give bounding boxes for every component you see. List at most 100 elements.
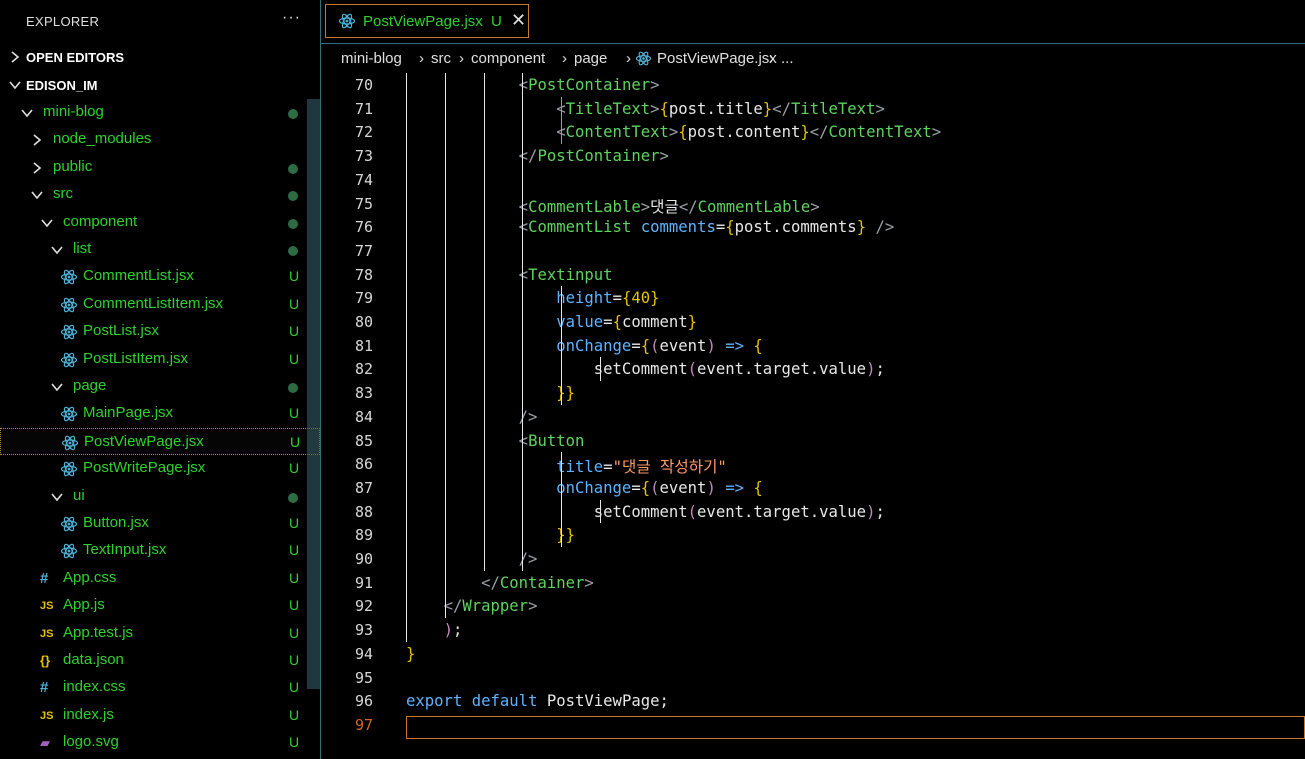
tree-file-logo-svg[interactable]: ▰ logo.svg U bbox=[0, 729, 320, 756]
tree-folder-list[interactable]: list bbox=[0, 236, 320, 263]
git-status-badge: U bbox=[289, 542, 300, 559]
code-line: 86 title="댓글 작성하기" bbox=[321, 452, 1305, 476]
code-text: <CommentLable>댓글</CommentLable> bbox=[518, 197, 820, 216]
git-status-badge: U bbox=[289, 295, 300, 312]
tree-item-label: logo.svg bbox=[63, 733, 119, 751]
tree-file-index-css[interactable]: # index.css U bbox=[0, 674, 320, 701]
breadcrumb-item[interactable]: component bbox=[471, 50, 545, 67]
tab-postviewpage[interactable]: PostViewPage.jsx U ✕ bbox=[325, 4, 529, 38]
breadcrumb-item[interactable]: mini-blog bbox=[341, 50, 402, 67]
close-icon[interactable]: ✕ bbox=[511, 10, 526, 31]
code-editor[interactable]: 70 <PostContainer>71 <TitleText>{post.ti… bbox=[321, 73, 1305, 759]
code-text: value={comment} bbox=[556, 313, 698, 331]
chevron-right-icon bbox=[33, 134, 42, 147]
react-icon bbox=[60, 352, 78, 367]
line-number: 91 bbox=[354, 573, 373, 592]
line-number: 75 bbox=[354, 194, 373, 213]
tree-folder-src[interactable]: src bbox=[0, 181, 320, 208]
tree-file-textinput-jsx[interactable]: TextInput.jsx U bbox=[0, 537, 320, 564]
tree-folder-ui[interactable]: ui bbox=[0, 483, 320, 510]
tree-folder-component[interactable]: component bbox=[0, 209, 320, 236]
line-number: 76 bbox=[354, 218, 373, 237]
code-line: 97 bbox=[321, 713, 1305, 737]
tree-item-label: PostWritePage.jsx bbox=[83, 459, 206, 477]
code-line: 93 ); bbox=[321, 618, 1305, 642]
tree-file-mainpage-jsx[interactable]: MainPage.jsx U bbox=[0, 400, 320, 427]
tree-file-app-test-js[interactable]: JS App.test.js U bbox=[0, 620, 320, 647]
code-line: 78 <Textinput bbox=[321, 263, 1305, 287]
tree-file-postlist-jsx[interactable]: PostList.jsx U bbox=[0, 318, 320, 345]
git-status-badge: U bbox=[289, 515, 300, 531]
breadcrumb-item[interactable]: page bbox=[574, 50, 607, 67]
git-status-badge: U bbox=[289, 268, 300, 285]
tree-item-label: MainPage.jsx bbox=[83, 404, 174, 422]
tree-file-app-css[interactable]: # App.css U bbox=[0, 565, 320, 592]
tree-file-index-js[interactable]: JS index.js U bbox=[0, 702, 320, 729]
code-text: </Wrapper> bbox=[443, 597, 538, 616]
chevron-down-icon bbox=[51, 383, 63, 392]
tree-file-commentlist-jsx[interactable]: CommentList.jsx U bbox=[0, 263, 320, 290]
breadcrumb-item[interactable]: PostViewPage.jsx bbox=[657, 50, 777, 67]
git-status-badge: U bbox=[289, 624, 300, 641]
modified-dot bbox=[288, 246, 298, 256]
code-line: 94} bbox=[321, 642, 1305, 666]
tree-file-button-jsx[interactable]: Button.jsx U bbox=[0, 510, 320, 537]
code-line: 82 setComment(event.target.value); bbox=[321, 357, 1305, 381]
git-status-badge: U bbox=[289, 569, 300, 586]
more-actions-icon[interactable]: ··· bbox=[282, 9, 301, 27]
chevron-right-icon bbox=[33, 162, 42, 174]
line-number: 81 bbox=[354, 336, 373, 355]
open-editors-section[interactable]: OPEN EDITORS bbox=[0, 44, 320, 71]
tree-file-app-js[interactable]: JS App.js U bbox=[0, 592, 320, 619]
code-text: setComment(event.target.value); bbox=[593, 502, 885, 521]
workspace-section[interactable]: EDISON_IM bbox=[0, 72, 320, 99]
code-text: </Container> bbox=[481, 573, 594, 592]
code-line: 81 onChange={(event) => { bbox=[321, 334, 1305, 358]
modified-dot bbox=[288, 383, 298, 393]
tree-item-label: CommentListItem.jsx bbox=[83, 294, 224, 312]
code-text: onChange={(event) => { bbox=[556, 336, 763, 355]
tree-file-commentlistitem-jsx[interactable]: CommentListItem.jsx U bbox=[0, 291, 320, 318]
sidebar-scrollbar[interactable] bbox=[307, 99, 320, 689]
line-number: 90 bbox=[354, 550, 373, 568]
tree-file-postviewpage-jsx[interactable]: PostViewPage.jsx U bbox=[0, 427, 320, 455]
tree-file-data-json[interactable]: {} data.json U bbox=[0, 647, 320, 674]
breadcrumb-item[interactable]: ... bbox=[781, 50, 794, 67]
indent-guide bbox=[484, 73, 485, 571]
tree-folder-node-modules[interactable]: node_modules bbox=[0, 126, 320, 153]
chevron-down-icon bbox=[41, 219, 53, 227]
explorer-sidebar: EXPLORER ··· OPEN EDITORS EDISON_IM mini… bbox=[0, 0, 321, 759]
chevron-down-icon bbox=[21, 109, 33, 118]
tree-file-postlistitem-jsx[interactable]: PostListItem.jsx U bbox=[0, 346, 320, 373]
tree-folder-page[interactable]: page bbox=[0, 373, 320, 400]
code-line: 72 <ContentText>{post.content}</ContentT… bbox=[321, 120, 1305, 144]
tree-folder-public[interactable]: public bbox=[0, 154, 320, 181]
code-line: 92 </Wrapper> bbox=[321, 594, 1305, 618]
open-editors-label: OPEN EDITORS bbox=[26, 50, 125, 65]
code-line: 87 onChange={(event) => { bbox=[321, 476, 1305, 500]
line-number: 86 bbox=[354, 455, 373, 474]
react-icon bbox=[60, 461, 78, 477]
line-number: 79 bbox=[354, 289, 373, 308]
line-number: 73 bbox=[354, 147, 373, 166]
code-text: <ContentText>{post.content}</ContentText… bbox=[556, 123, 942, 142]
tree-folder-mini-blog[interactable]: mini-blog bbox=[0, 99, 320, 126]
code-line: 91 </Container> bbox=[321, 571, 1305, 595]
tree-item-label: Button.jsx bbox=[83, 514, 149, 531]
code-text: /> bbox=[518, 407, 538, 426]
code-text: <Textinput bbox=[518, 265, 613, 284]
tree-file-postwritepage-jsx[interactable]: PostWritePage.jsx U bbox=[0, 455, 320, 482]
chevron-right-icon bbox=[11, 51, 20, 63]
line-number: 71 bbox=[354, 99, 373, 118]
tree-item-label: CommentList.jsx bbox=[83, 267, 194, 285]
code-text: setComment(event.target.value); bbox=[593, 360, 885, 379]
line-number: 78 bbox=[354, 265, 373, 284]
line-number: 77 bbox=[354, 241, 373, 260]
breadcrumb-item[interactable]: src bbox=[431, 50, 451, 67]
line-number: 70 bbox=[354, 76, 373, 94]
line-number: 95 bbox=[354, 668, 373, 687]
git-status-badge: U bbox=[289, 652, 300, 668]
indent-guide bbox=[600, 499, 601, 524]
line-number: 83 bbox=[354, 384, 373, 403]
tree-item-label: App.css bbox=[63, 568, 117, 586]
